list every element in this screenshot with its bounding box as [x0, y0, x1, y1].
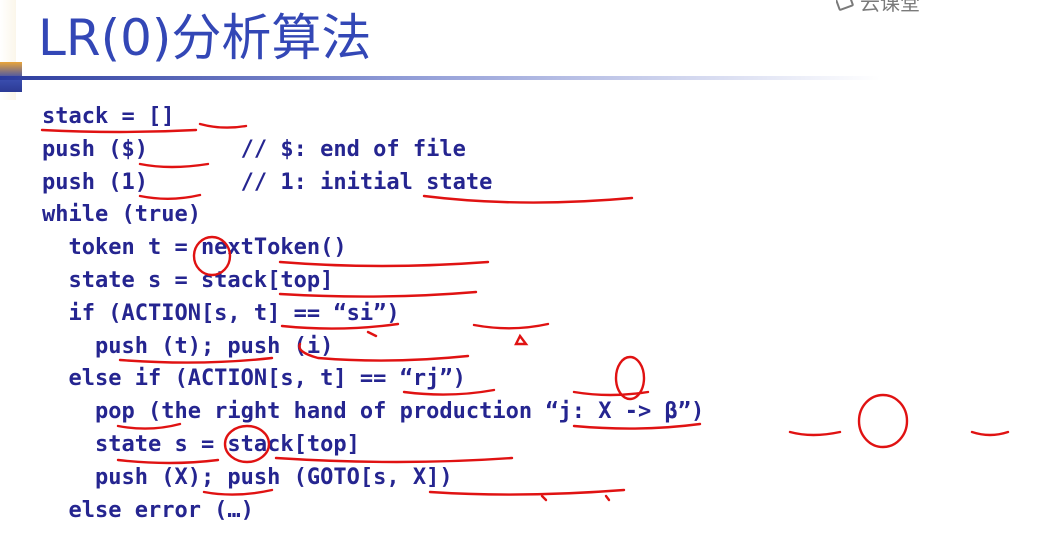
code-line: push ($) // $: end of file	[42, 136, 466, 162]
code-line: stack = []	[42, 104, 175, 129]
cloud-classroom-logo-icon	[836, 0, 855, 12]
code-line: state s = stack[top]	[42, 267, 334, 293]
code-line: if (ACTION[s, t] == “si”)	[42, 300, 400, 326]
code-line: state s = stack[top]	[42, 431, 360, 457]
code-line: pop (the right hand of production “j: X …	[42, 399, 705, 425]
code-line: push (1) // 1: initial state	[42, 169, 493, 195]
code-line: else error (…)	[42, 497, 254, 523]
slide-title: LR(0)分析算法	[38, 9, 372, 67]
annotation-underline	[970, 430, 1010, 437]
code-line: while (true)	[42, 202, 201, 228]
annotation-circle	[857, 393, 909, 449]
code-line: token t = nextToken()	[42, 235, 347, 261]
code-line: push (X); push (GOTO[s, X])	[42, 464, 453, 490]
watermark: 云课堂	[836, 0, 996, 12]
code-line: push (t); push (i)	[42, 333, 334, 359]
code-block: stack = [] push ($) // $: end of file pu…	[42, 101, 704, 527]
watermark-text: 云课堂	[860, 0, 920, 12]
annotation-underline	[788, 430, 842, 437]
title-divider	[0, 76, 880, 80]
code-line: else if (ACTION[s, t] == “rj”)	[42, 366, 466, 392]
